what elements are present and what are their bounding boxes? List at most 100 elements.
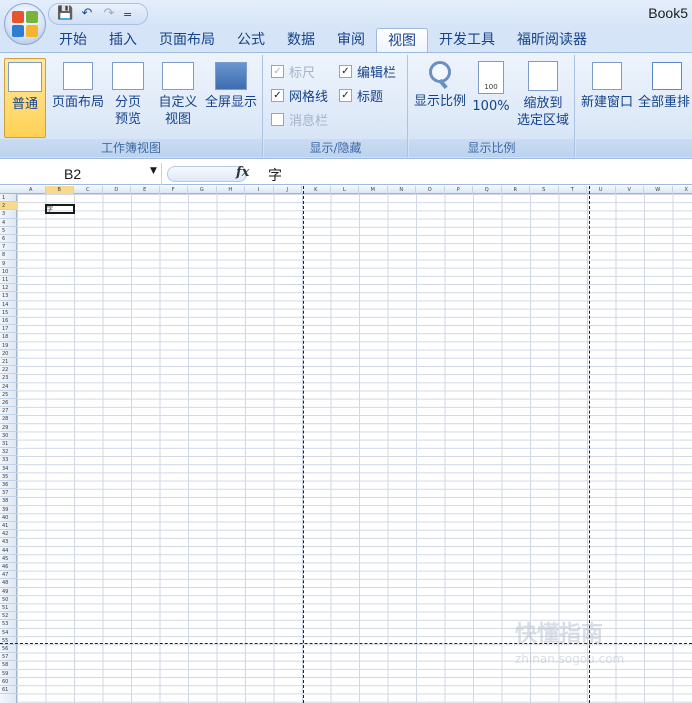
row-header-41[interactable]: 41 [0, 522, 17, 531]
row-header-7[interactable]: 7 [0, 243, 17, 252]
row-header-27[interactable]: 27 [0, 407, 17, 416]
row-header-3[interactable]: 3 [0, 210, 17, 219]
row-header-29[interactable]: 29 [0, 424, 17, 432]
insert-function-button[interactable]: fx [236, 165, 249, 180]
column-header-R[interactable]: R [502, 186, 530, 194]
row-header-31[interactable]: 31 [0, 440, 17, 449]
headings-checkbox[interactable]: ✓ 标题 [339, 86, 383, 105]
column-header-X[interactable]: X [673, 186, 692, 194]
column-header-J[interactable]: J [274, 186, 302, 194]
row-header-10[interactable]: 10 [0, 268, 17, 276]
row-header-28[interactable]: 28 [0, 415, 17, 424]
row-header-43[interactable]: 43 [0, 538, 17, 547]
row-header-15[interactable]: 15 [0, 309, 17, 317]
row-header-12[interactable]: 12 [0, 284, 17, 293]
column-header-G[interactable]: G [188, 186, 217, 194]
column-header-T[interactable]: T [559, 186, 587, 194]
row-header-32[interactable]: 32 [0, 448, 17, 457]
row-header-24[interactable]: 24 [0, 383, 17, 391]
row-header-38[interactable]: 38 [0, 497, 17, 506]
row-header-46[interactable]: 46 [0, 563, 17, 572]
column-header-K[interactable]: K [302, 186, 331, 194]
gridlines-checkbox[interactable]: ✓ 网格线 [271, 86, 328, 105]
arrange-all-button[interactable]: 全部重排 [638, 58, 692, 138]
row-header-21[interactable]: 21 [0, 358, 17, 367]
row-header-42[interactable]: 42 [0, 530, 17, 539]
name-box-dropdown-icon[interactable]: ▼ [150, 166, 157, 176]
column-header-E[interactable]: E [131, 186, 160, 194]
row-header-17[interactable]: 17 [0, 325, 17, 334]
row-header-57[interactable]: 57 [0, 653, 17, 662]
formula-bar-checkbox[interactable]: ✓ 编辑栏 [339, 62, 396, 81]
row-header-18[interactable]: 18 [0, 333, 17, 342]
customize-qat-button[interactable]: = [123, 8, 132, 21]
row-header-34[interactable]: 34 [0, 465, 17, 473]
row-header-54[interactable]: 54 [0, 629, 17, 637]
column-header-P[interactable]: P [445, 186, 473, 194]
row-header-11[interactable]: 11 [0, 276, 17, 285]
row-header-61[interactable]: 61 [0, 686, 17, 695]
row-header-19[interactable]: 19 [0, 342, 17, 350]
tab-insert[interactable]: 插入 [98, 28, 148, 52]
row-header-26[interactable]: 26 [0, 399, 17, 408]
redo-icon[interactable]: ↷ [101, 6, 117, 22]
row-header-6[interactable]: 6 [0, 235, 17, 244]
save-icon[interactable]: 💾 [57, 6, 73, 22]
column-header-F[interactable]: F [160, 186, 188, 194]
row-header-1[interactable]: 1 [0, 194, 17, 203]
row-header-22[interactable]: 22 [0, 366, 17, 375]
row-header-52[interactable]: 52 [0, 612, 17, 621]
tab-page-layout[interactable]: 页面布局 [148, 28, 226, 52]
row-header-30[interactable]: 30 [0, 432, 17, 440]
undo-icon[interactable]: ↶ [79, 6, 95, 22]
column-header-C[interactable]: C [74, 186, 103, 194]
column-header-L[interactable]: L [331, 186, 359, 194]
row-header-8[interactable]: 8 [0, 251, 17, 260]
row-header-45[interactable]: 45 [0, 555, 17, 563]
row-header-40[interactable]: 40 [0, 514, 17, 522]
row-header-13[interactable]: 13 [0, 292, 17, 301]
row-header-36[interactable]: 36 [0, 481, 17, 490]
row-header-48[interactable]: 48 [0, 579, 17, 588]
row-header-50[interactable]: 50 [0, 596, 17, 604]
zoom-to-selection-button[interactable]: 缩放到 选定区域 [513, 58, 573, 138]
row-header-51[interactable]: 51 [0, 604, 17, 613]
row-header-9[interactable]: 9 [0, 260, 17, 268]
row-header-16[interactable]: 16 [0, 317, 17, 326]
column-header-U[interactable]: U [587, 186, 616, 194]
column-header-M[interactable]: M [359, 186, 388, 194]
column-header-S[interactable]: S [530, 186, 559, 194]
tab-data[interactable]: 数据 [276, 28, 326, 52]
column-header-D[interactable]: D [103, 186, 131, 194]
row-header-58[interactable]: 58 [0, 661, 17, 670]
row-header-37[interactable]: 37 [0, 489, 17, 498]
column-header-H[interactable]: H [217, 186, 245, 194]
tab-developer[interactable]: 开发工具 [428, 28, 506, 52]
column-header-I[interactable]: I [245, 186, 274, 194]
row-header-4[interactable]: 4 [0, 219, 17, 227]
row-header-59[interactable]: 59 [0, 670, 17, 678]
row-header-14[interactable]: 14 [0, 301, 17, 309]
row-header-53[interactable]: 53 [0, 620, 17, 629]
column-header-A[interactable]: A [17, 186, 46, 194]
row-header-20[interactable]: 20 [0, 350, 17, 358]
column-header-N[interactable]: N [388, 186, 416, 194]
column-header-O[interactable]: O [416, 186, 445, 194]
row-header-2[interactable]: 2 [0, 202, 17, 211]
column-header-B[interactable]: B [45, 186, 74, 194]
ruler-checkbox[interactable]: ✓ 标尺 [271, 62, 315, 81]
tab-foxit-reader[interactable]: 福昕阅读器 [506, 28, 598, 52]
normal-view-button[interactable]: 普通 [4, 58, 46, 138]
row-header-23[interactable]: 23 [0, 374, 17, 383]
fullscreen-button[interactable]: 全屏显示 [202, 58, 260, 138]
row-header-39[interactable]: 39 [0, 506, 17, 514]
row-header-56[interactable]: 56 [0, 645, 17, 654]
tab-view[interactable]: 视图 [376, 28, 428, 52]
row-header-25[interactable]: 25 [0, 391, 17, 399]
zoom-button[interactable]: 显示比例 [411, 58, 469, 138]
new-window-button[interactable]: 新建窗口 [578, 58, 636, 138]
message-bar-checkbox[interactable]: 消息栏 [271, 110, 328, 129]
name-box[interactable]: B2 [0, 163, 162, 185]
office-button[interactable] [4, 3, 46, 45]
row-header-44[interactable]: 44 [0, 547, 17, 555]
